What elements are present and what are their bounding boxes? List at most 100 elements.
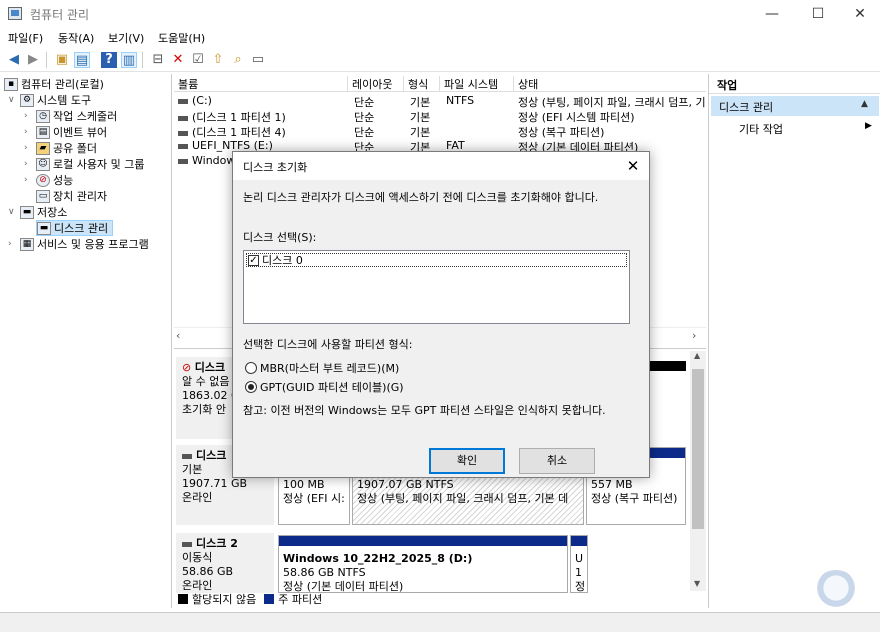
tree-label: 작업 스케줄러 [53, 110, 118, 123]
column-header-type[interactable]: 형식 [404, 76, 440, 92]
properties-icon[interactable]: ☑ [190, 52, 206, 68]
column-header-layout[interactable]: 레이아웃 [348, 76, 404, 92]
expand-icon[interactable]: ∨ [8, 207, 17, 217]
tree-item-shared-folders[interactable]: › ▰ 공유 폴더 [24, 140, 97, 156]
tree-label: 서비스 및 응용 프로그램 [37, 238, 149, 251]
dialog-close-button[interactable]: ✕ [621, 154, 645, 178]
title-bar: 컴퓨터 관리 — ☐ ✕ [0, 0, 880, 28]
tree-label: 로컬 사용자 및 그룹 [53, 158, 145, 171]
actions-more[interactable]: 기타 작업 ▶ [709, 119, 880, 137]
clock-icon: ◷ [36, 109, 50, 123]
scroll-left-icon[interactable]: ‹ [176, 329, 180, 342]
disk-size: 1907.71 GB [182, 477, 248, 490]
volume-filesystem: NTFS [446, 94, 475, 107]
disk-listbox[interactable]: ✓ 디스크 0 [243, 250, 630, 324]
collapse-icon[interactable]: ▲ [861, 99, 868, 109]
scroll-up-icon[interactable]: ▲ [694, 351, 700, 360]
back-icon[interactable]: ◀ [6, 52, 22, 68]
scroll-thumb[interactable] [692, 369, 704, 529]
disk-state: 온라인 [182, 491, 213, 504]
removable-disk-icon [182, 541, 192, 547]
connect-icon[interactable]: ⊟ [150, 52, 166, 68]
find-icon[interactable]: ⌕ [230, 52, 246, 68]
ok-button[interactable]: 확인 [429, 448, 505, 474]
table-row[interactable]: (C:) 단순 기본 NTFS 정상 (부팅, 페이지 파일, 크래시 덤프, … [174, 94, 706, 109]
column-header-volume[interactable]: 볼륨 [174, 76, 348, 92]
partition-small[interactable]: U 1 정 [570, 535, 588, 593]
chevron-right-icon[interactable]: › [24, 143, 33, 153]
column-header-status[interactable]: 상태 [514, 76, 706, 92]
disk-select-label: 디스크 선택(S): [243, 231, 317, 244]
disk-icon [182, 453, 192, 459]
chevron-right-icon[interactable]: › [24, 175, 33, 185]
forward-icon[interactable]: ▶ [25, 52, 41, 68]
scroll-down-icon[interactable]: ▼ [694, 579, 700, 588]
expand-icon[interactable]: ∨ [8, 95, 17, 105]
delete-icon[interactable]: ✕ [170, 52, 186, 68]
up-folder-icon[interactable]: ▣ [54, 52, 70, 68]
dialog-title-bar: 디스크 초기화 ✕ [233, 152, 649, 180]
close-button[interactable]: ✕ [838, 0, 880, 28]
shared-folder-icon: ▰ [36, 141, 50, 155]
actions-section-disk-management[interactable]: 디스크 관리 ▲ [711, 96, 879, 116]
tree-item-storage[interactable]: ∨ ▬ 저장소 [8, 204, 67, 220]
tree-item-system-tools[interactable]: ∨ ⚙ 시스템 도구 [8, 92, 91, 108]
tree-item-disk-management[interactable]: ▬ 디스크 관리 [36, 220, 114, 236]
cancel-button[interactable]: 취소 [519, 448, 595, 474]
tools-icon: ⚙ [20, 93, 34, 107]
tree-item-local-users[interactable]: › ☺ 로컬 사용자 및 그룹 [24, 156, 144, 172]
chevron-right-icon[interactable]: › [24, 159, 33, 169]
disk-checkbox[interactable]: ✓ [248, 254, 259, 266]
volume-status: 정상 (복구 파티션) [518, 126, 605, 139]
toolbar-separator [142, 52, 143, 68]
menu-bar: 파일(F) 동작(A) 보기(V) 도움말(H) [0, 28, 880, 48]
unallocated-bar [648, 361, 686, 371]
help-icon[interactable]: ? [101, 52, 117, 68]
menu-action[interactable]: 동작(A) [58, 30, 94, 46]
partition-fragment: U [575, 552, 584, 565]
column-header-filesystem[interactable]: 파일 시스템 [440, 76, 514, 92]
table-row[interactable]: (디스크 1 파티션 1) 단순 기본 정상 (EFI 시스템 파티션) [174, 109, 706, 124]
list-icon[interactable]: ▭ [250, 52, 266, 68]
disk-name: 디스크 2 [196, 537, 238, 550]
export-icon[interactable]: ⇧ [210, 52, 226, 68]
legend: 할당되지 않음 주 파티션 [174, 590, 594, 608]
window-title: 컴퓨터 관리 [30, 8, 90, 22]
volume-icon [178, 98, 188, 104]
disk-list-item[interactable]: ✓ 디스크 0 [246, 253, 627, 267]
show-hide-tree-icon[interactable]: ▤ [74, 52, 90, 68]
volume-icon [178, 115, 188, 121]
chevron-right-icon[interactable]: › [24, 127, 33, 137]
chevron-right-icon[interactable]: › [8, 239, 17, 249]
tree-label: 성능 [53, 174, 74, 187]
tree-item-task-scheduler[interactable]: › ◷ 작업 스케줄러 [24, 108, 117, 124]
minimize-button[interactable]: — [750, 0, 794, 28]
legend-primary: 주 파티션 [278, 593, 323, 606]
menu-file[interactable]: 파일(F) [8, 30, 43, 46]
tree-item-root[interactable]: ▪ 컴퓨터 관리(로컬) [4, 76, 104, 92]
vertical-scrollbar[interactable]: ▲ ▼ [690, 351, 706, 591]
event-viewer-icon: ▤ [36, 125, 50, 139]
tree-item-event-viewer[interactable]: › ▤ 이벤트 뷰어 [24, 124, 107, 140]
gpt-radio[interactable] [245, 381, 257, 393]
watermark-logo [814, 570, 858, 610]
partition-size: 100 MB [283, 478, 325, 491]
partition-d[interactable]: Windows 10_22H2_2025_8 (D:) 58.86 GB NTF… [278, 535, 568, 593]
scroll-right-icon[interactable]: › [692, 329, 696, 342]
volume-name: (디스크 1 파티션 4) [192, 126, 286, 139]
menu-view[interactable]: 보기(V) [108, 30, 144, 46]
tree-item-performance[interactable]: › ⊘ 성능 [24, 172, 73, 188]
maximize-button[interactable]: ☐ [796, 0, 840, 28]
tree-item-services[interactable]: › ▦ 서비스 및 응용 프로그램 [8, 236, 149, 252]
disk-info-disk-2[interactable]: 디스크 2 이동식 58.86 GB 온라인 [176, 533, 274, 593]
show-actions-icon[interactable]: ▥ [121, 52, 137, 68]
gpt-option[interactable]: GPT(GUID 파티션 테이블)(G) [245, 379, 404, 395]
menu-help[interactable]: 도움말(H) [158, 30, 205, 46]
mbr-option[interactable]: MBR(마스터 부트 레코드)(M) [245, 360, 399, 376]
chevron-right-icon[interactable]: › [24, 111, 33, 121]
table-row[interactable]: (디스크 1 파티션 4) 단순 기본 정상 (복구 파티션) [174, 124, 706, 139]
tree-item-device-manager[interactable]: ▭ 장치 관리자 [36, 188, 107, 204]
primary-partition-swatch [264, 594, 275, 604]
tree-label: 장치 관리자 [53, 190, 108, 203]
mbr-radio[interactable] [245, 362, 257, 374]
